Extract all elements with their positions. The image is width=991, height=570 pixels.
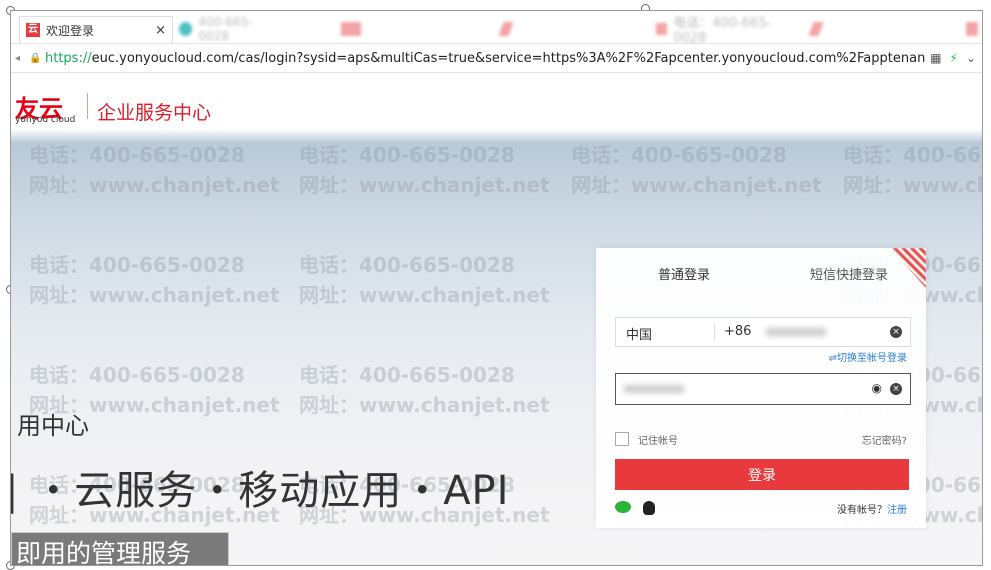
logo-subtext: yonyou cloud bbox=[15, 115, 76, 125]
country-select[interactable]: 中国 bbox=[626, 324, 652, 343]
tab-blurred[interactable] bbox=[808, 16, 831, 42]
red-favicon-icon bbox=[966, 22, 978, 36]
watermark-phone: 电话：400-665-0028 bbox=[299, 253, 515, 277]
tab-welcome-login[interactable]: 云 欢迎登录 × bbox=[19, 16, 173, 43]
watermark-phone: 电话：400-665-0028 bbox=[299, 143, 515, 167]
login-panel: 普通登录 短信快捷登录 中国 +86 × ⇌切换至帐号登录 ◉ × 记住帐号 忘… bbox=[596, 248, 926, 528]
arrow-icon: ◂ bbox=[15, 52, 21, 64]
watermark-phone: 电话：400-665-0028 bbox=[29, 363, 245, 387]
social-login bbox=[615, 501, 655, 515]
teal-favicon-icon bbox=[179, 22, 193, 36]
remember-label: 记住帐号 bbox=[638, 436, 678, 447]
divider bbox=[87, 93, 88, 119]
url-text[interactable]: https://euc.yonyoucloud.com/cas/login?sy… bbox=[45, 51, 925, 66]
divider bbox=[714, 323, 715, 341]
tab-title: 400-665-0028 bbox=[198, 15, 253, 43]
chevron-down-icon[interactable]: ⌄ bbox=[966, 51, 976, 65]
hero-line-1: 用中心 bbox=[17, 412, 89, 440]
hero-line-3: 即用的管理服务 bbox=[11, 532, 229, 565]
watermark-site: 网址：www.chanjet.net bbox=[299, 283, 550, 307]
red-favicon-icon bbox=[808, 22, 824, 36]
reader-icon[interactable]: ▦ bbox=[930, 51, 941, 65]
tab-blurred[interactable]: 400-665-0028 bbox=[179, 15, 279, 43]
register-link[interactable]: 注册 bbox=[887, 505, 907, 516]
password-value-blurred bbox=[624, 385, 684, 393]
wechat-icon[interactable] bbox=[615, 501, 631, 513]
switch-to-account-login-link[interactable]: ⇌切换至帐号登录 bbox=[829, 349, 907, 364]
watermark-phone: 电话：400-665-0028 bbox=[571, 143, 787, 167]
watermark-site: 网址：www.chanjet.net bbox=[299, 393, 550, 417]
browser-window: 云 欢迎登录 × 400-665-0028 电话：400-665-0028 ◂ … bbox=[10, 10, 983, 566]
phone-value-blurred bbox=[766, 328, 826, 336]
watermark-phone: 电话：400-665-0028 bbox=[843, 143, 982, 167]
watermark-site: 网址：www.chanjet.net bbox=[299, 173, 550, 197]
site-header: 友云 yonyou cloud 企业服务中心 bbox=[11, 73, 982, 129]
tab-blurred[interactable] bbox=[498, 16, 521, 42]
password-field[interactable]: ◉ × bbox=[615, 373, 911, 405]
address-tools: ▦ ⚡ ⌄ bbox=[930, 51, 976, 65]
yonyou-favicon-icon: 云 bbox=[26, 23, 40, 37]
watermark-site: 网址：www.chanjet.net bbox=[843, 173, 983, 197]
country-code: +86 bbox=[724, 324, 752, 339]
tab-normal-login[interactable]: 普通登录 bbox=[658, 264, 710, 283]
login-page: 友云 yonyou cloud 企业服务中心 电话：400-665-0028 网… bbox=[10, 73, 983, 565]
brand-title: 企业服务中心 bbox=[97, 102, 212, 124]
watermark-site: 网址：www.chanjet.net bbox=[29, 283, 280, 307]
forgot-password-link[interactable]: 忘记密码? bbox=[862, 432, 907, 447]
watermark-phone: 电话：400-665-0028 bbox=[299, 363, 515, 387]
tab-blurred[interactable]: 电话：400-665-0028 bbox=[656, 16, 796, 46]
watermark-phone: 电话：400-665-0028 bbox=[29, 143, 245, 167]
tab-title: 电话：400-665-0028 bbox=[673, 16, 772, 46]
clear-icon[interactable]: × bbox=[890, 383, 902, 395]
watermark-phone: 电话：400-665-0028 bbox=[29, 253, 245, 277]
tab-blurred[interactable] bbox=[966, 16, 982, 42]
close-tab-icon[interactable]: × bbox=[155, 23, 166, 38]
remember-checkbox[interactable] bbox=[615, 432, 629, 446]
tab-strip: 云 欢迎登录 × 400-665-0028 电话：400-665-0028 bbox=[11, 11, 982, 46]
no-account-text: 没有帐号？注册 bbox=[837, 505, 907, 516]
lightning-icon[interactable]: ⚡ bbox=[950, 51, 958, 65]
login-button[interactable]: 登录 bbox=[615, 459, 909, 490]
tab-blurred[interactable] bbox=[341, 16, 381, 42]
tab-sms-login[interactable]: 短信快捷登录 bbox=[810, 264, 888, 283]
hero-line-2: | ・云服务・移动应用・API bbox=[10, 468, 510, 514]
watermark-site: 网址：www.chanjet.net bbox=[29, 173, 280, 197]
tab-title: 欢迎登录 bbox=[46, 23, 95, 38]
watermark-site: 网址：www.chanjet.net bbox=[571, 173, 822, 197]
lock-icon[interactable]: 🔒 bbox=[29, 53, 41, 64]
eye-icon[interactable]: ◉ bbox=[872, 381, 882, 395]
qr-code-icon[interactable] bbox=[890, 248, 926, 288]
red-favicon-icon bbox=[341, 22, 361, 36]
address-bar[interactable]: ◂ 🔒 https://euc.yonyoucloud.com/cas/logi… bbox=[11, 44, 982, 73]
red-favicon-icon bbox=[656, 23, 668, 35]
red-favicon-icon bbox=[498, 22, 514, 36]
phone-field[interactable]: 中国 +86 × bbox=[615, 317, 911, 347]
qq-icon[interactable] bbox=[643, 501, 655, 515]
clear-icon[interactable]: × bbox=[890, 326, 902, 338]
